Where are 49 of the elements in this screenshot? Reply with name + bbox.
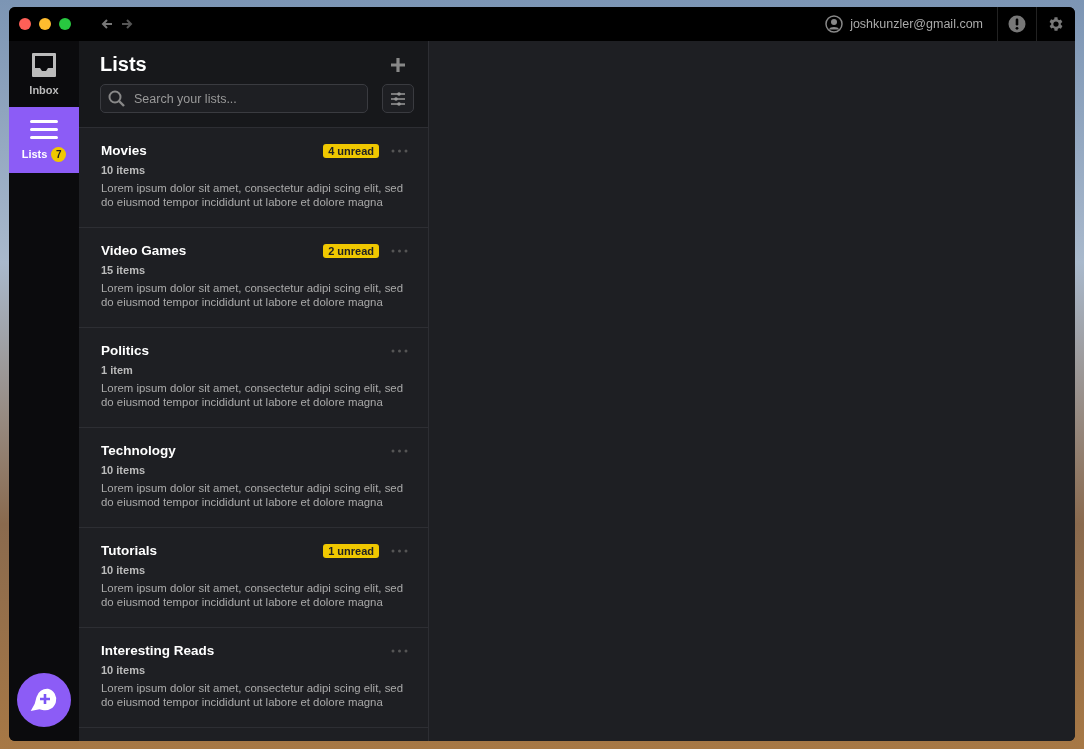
list-name: Movies <box>101 143 148 158</box>
search-icon <box>108 90 125 107</box>
alert-icon[interactable] <box>1008 15 1026 33</box>
list-row[interactable]: Politics 1 item Lorem ipsum dolor sit amet, consectetur adipi scing elit, sed do eiusmod tempor incididunt ut labore et dolore magna <box>79 328 428 428</box>
minimize-button[interactable] <box>39 18 51 30</box>
count-badge: 7 <box>51 146 67 162</box>
search-field[interactable]: Search your lists... <box>100 84 368 113</box>
panel-title: Lists <box>100 53 147 76</box>
list-row[interactable]: Video Games 2 unread 15 items Lorem ipsum dolor sit amet, consectetur adipi scing elit, sed do eiusmod tempor incididunt ut labore et dolore magna <box>79 228 428 328</box>
forward-icon[interactable] <box>121 18 133 30</box>
lists-nav-item[interactable]: Lists 7 <box>9 107 79 173</box>
list-name: Technology <box>101 443 177 458</box>
list-description: Lorem ipsum dolor sit amet, consectetur adipi scing elit, sed do eiusmod tempor incididunt ut labore et dolore magna <box>101 481 404 509</box>
nav-label: Inbox <box>29 84 59 96</box>
list-description: Lorem ipsum dolor sit amet, consectetur adipi scing elit, sed do eiusmod tempor incididunt ut labore et dolore magna <box>101 581 404 609</box>
list-name: Tutorials <box>101 543 158 558</box>
list-description: Lorem ipsum dolor sit amet, consectetur adipi scing elit, sed do eiusmod tempor incididunt ut labore et dolore magna <box>101 281 404 309</box>
list-name: Interesting Reads <box>101 643 216 658</box>
settings-icon[interactable] <box>1047 15 1065 33</box>
list-row[interactable]: Interesting Reads 10 items Lorem ipsum dolor sit amet, consectetur adipi scing elit, sed do eiusmod tempor incididunt ut labore et dolore magna <box>79 628 428 728</box>
menu-icon <box>30 118 58 141</box>
list-row[interactable]: Tutorials 1 unread 10 items Lorem ipsum dolor sit amet, consectetur adipi scing elit, sed do eiusmod tempor incididunt ut labore et dolore magna <box>79 528 428 628</box>
filter-button[interactable] <box>382 84 414 113</box>
item-count: 10 items <box>101 564 147 576</box>
inbox-tray-icon <box>31 52 57 78</box>
unread-badge: 2 unread <box>323 243 379 258</box>
list-description: Lorem ipsum dolor sit amet, consectetur adipi scing elit, sed do eiusmod tempor incididunt ut labore et dolore magna <box>101 681 404 709</box>
item-count: 1 item <box>101 364 134 376</box>
close-button[interactable] <box>19 18 31 30</box>
item-count: 10 items <box>101 464 147 476</box>
list-name: Video Games <box>101 243 188 258</box>
item-count: 10 items <box>101 664 147 676</box>
list-description: Lorem ipsum dolor sit amet, consectetur adipi scing elit, sed do eiusmod tempor incididunt ut labore et dolore magna <box>101 381 404 409</box>
item-count: 10 items <box>101 164 147 176</box>
user-icon <box>825 15 844 33</box>
list-name: Politics <box>101 343 150 358</box>
inbox-nav-item[interactable]: Inbox <box>9 41 79 107</box>
sliders-icon <box>390 91 406 106</box>
list-row[interactable]: Technology 10 items Lorem ipsum dolor sit amet, consectetur adipi scing elit, sed do eiusmod tempor incididunt ut labore et dolore magna <box>79 428 428 528</box>
unread-badge: 4 unread <box>323 143 379 158</box>
back-icon[interactable] <box>101 18 113 30</box>
list-description: Lorem ipsum dolor sit amet, consectetur adipi scing elit, sed do eiusmod tempor incididunt ut labore et dolore magna <box>101 181 404 209</box>
list-row[interactable]: Movies 4 unread 10 items Lorem ipsum dolor sit amet, consectetur adipi scing elit, sed do eiusmod tempor incididunt ut labore et dolore magna <box>79 128 428 228</box>
unread-badge: 1 unread <box>323 543 379 558</box>
zoom-button[interactable] <box>59 18 71 30</box>
nav-label: Lists <box>21 148 48 160</box>
account-email[interactable]: joshkunzler@gmail.com <box>850 17 983 31</box>
item-count: 15 items <box>101 264 147 276</box>
add-icon[interactable] <box>390 56 406 73</box>
